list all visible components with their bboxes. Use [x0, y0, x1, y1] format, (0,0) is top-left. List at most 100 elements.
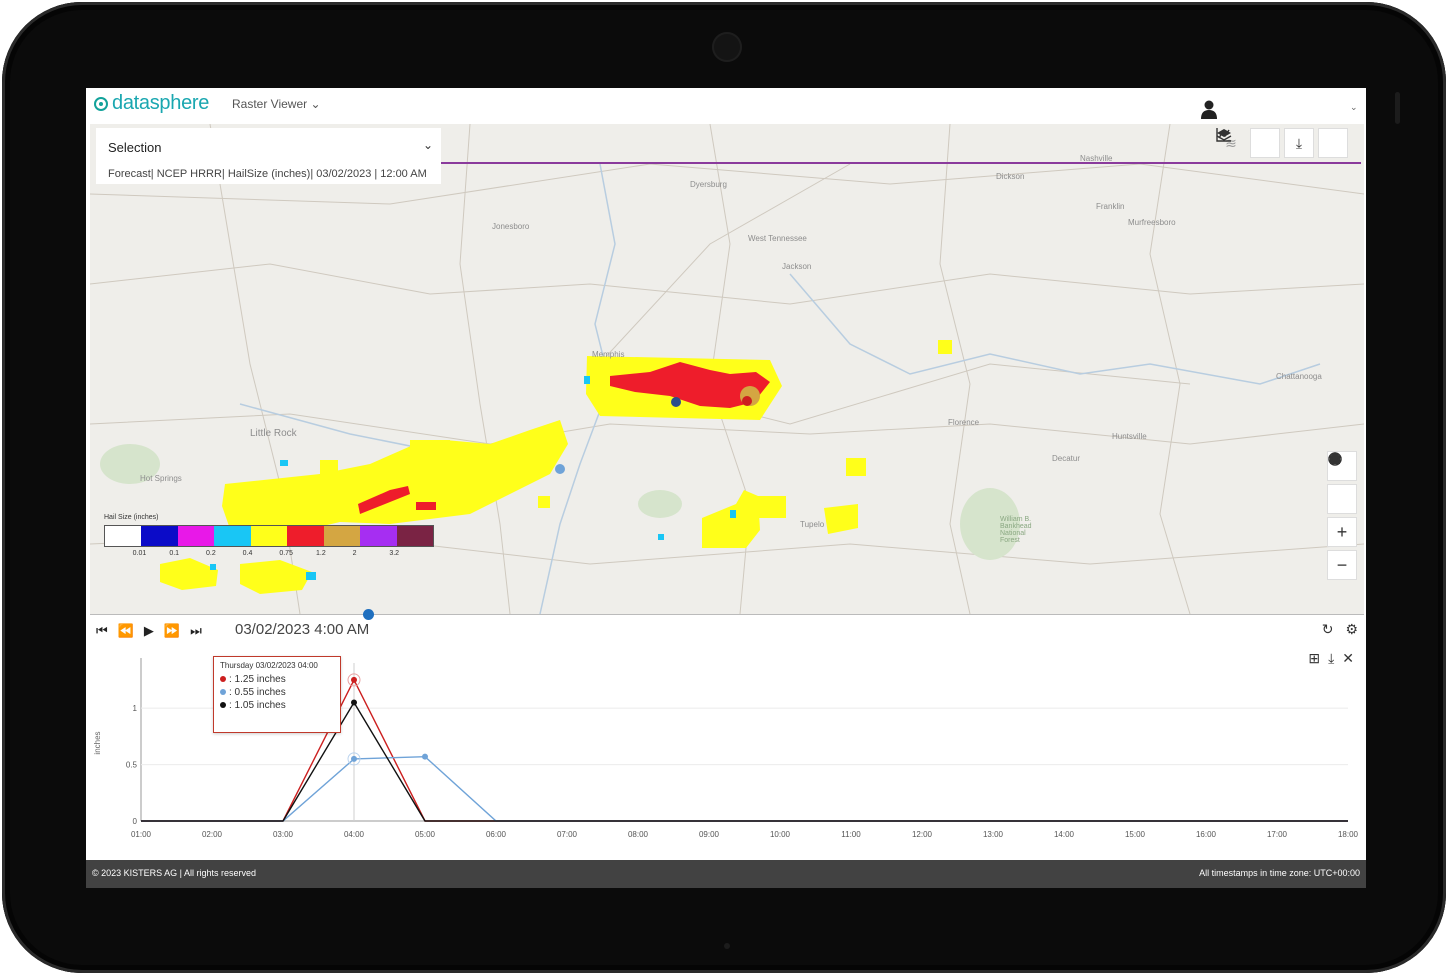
- timeline-actions: ↻ ⚙: [1322, 621, 1358, 638]
- zoom-in-icon[interactable]: +: [1327, 517, 1357, 547]
- tooltip-row: : 1.25 inches: [220, 674, 334, 685]
- selection-subtitle: Forecast| NCEP HRRR| HailSize (inches)| …: [108, 168, 427, 180]
- fast-forward-icon[interactable]: ⏩: [164, 623, 180, 639]
- layers-icon[interactable]: [1216, 128, 1348, 158]
- play-icon[interactable]: ▶: [144, 623, 154, 639]
- map-view[interactable]: Nashville Dyersburg Dickson Franklin Mur…: [90, 124, 1364, 614]
- tooltip-value: : 1.05 inches: [229, 700, 286, 711]
- raster-viewer-menu[interactable]: Raster Viewer ⌄: [232, 97, 321, 111]
- x-tick-label: 06:00: [486, 830, 507, 839]
- place-label: Tupelo: [800, 520, 825, 529]
- hail-size-legend: Hail Size (inches) 0.01 0.1 0.2 0.4 0.75 1.2 2…: [104, 514, 434, 557]
- data-point: [351, 676, 357, 683]
- legend-tick-label: 0.1: [169, 550, 180, 557]
- place-label: Florence: [948, 418, 980, 427]
- zoom-out-icon[interactable]: −: [1327, 550, 1357, 580]
- camera: [712, 32, 742, 62]
- map-nav-controls: + −: [1327, 451, 1357, 580]
- download-icon[interactable]: ⤓: [1328, 650, 1334, 667]
- copyright-text: © 2023 KISTERS AG | All rights reserved: [92, 868, 257, 878]
- chart-toolbar: ⊞ ⤓ ✕: [1308, 650, 1354, 667]
- legend-tick-label: 1.2: [316, 550, 326, 557]
- legend-swatch: [177, 526, 215, 546]
- series-dot: [220, 702, 226, 709]
- x-tick-label: 17:00: [1267, 830, 1288, 839]
- chevron-down-icon[interactable]: ⌄: [1350, 102, 1358, 113]
- x-tick-label: 01:00: [131, 830, 152, 839]
- refresh-icon[interactable]: ↻: [1322, 621, 1334, 638]
- data-point: [351, 699, 357, 706]
- selection-panel[interactable]: Selection ⌄ Forecast| NCEP HRRR| HailSiz…: [96, 128, 441, 184]
- place-label: Dickson: [996, 172, 1025, 181]
- place-label: William B. Bankhead National Forest: [1000, 516, 1032, 544]
- place-label: Little Rock: [250, 428, 297, 439]
- place-label: Jackson: [782, 262, 812, 271]
- legend-ticks: 0.01 0.1 0.2 0.4 0.75 1.2 2 3.2: [104, 547, 434, 557]
- tooltip-value: : 0.55 inches: [229, 687, 286, 698]
- y-tick-label: 0.5: [126, 761, 138, 770]
- settings-icon[interactable]: ⚙: [1345, 621, 1358, 638]
- map-toolbar: ≋ ⤓: [1216, 128, 1348, 158]
- place-label: Jonesboro: [492, 222, 530, 231]
- x-tick-label: 02:00: [202, 830, 223, 839]
- chart-icon[interactable]: [1216, 128, 1280, 158]
- data-point: [351, 755, 357, 762]
- timeline-bar[interactable]: ⏮ ⏪ ▶ ⏩ ⏭ 03/02/2023 4:00 AM ↻ ⚙: [90, 609, 1364, 643]
- legend-tick-label: 0.4: [242, 550, 253, 557]
- place-label: Decatur: [1052, 454, 1081, 463]
- x-tick-label: 12:00: [912, 830, 933, 839]
- series-line: [141, 755, 1348, 822]
- x-tick-label: 04:00: [344, 830, 365, 839]
- footer: © 2023 KISTERS AG | All rights reserved …: [86, 860, 1366, 888]
- x-tick-label: 18:00: [1338, 830, 1359, 839]
- side-button: [1395, 92, 1400, 124]
- locate-icon[interactable]: [1327, 452, 1357, 514]
- place-label: Chattanooga: [1276, 372, 1322, 381]
- download-icon[interactable]: ⤓: [1284, 128, 1314, 158]
- selection-title: Selection: [108, 140, 162, 155]
- legend-tick-label: 0.2: [206, 550, 216, 557]
- x-tick-label: 11:00: [841, 830, 861, 839]
- legend-swatch: [396, 526, 433, 546]
- y-tick-label: 1: [133, 704, 138, 713]
- app-screen: datasphere Raster Viewer ⌄ ⌄ Nashville D…: [86, 88, 1366, 888]
- x-tick-label: 13:00: [983, 830, 1004, 839]
- tooltip-value: : 1.25 inches: [229, 674, 286, 685]
- y-axis-label: inches: [93, 731, 102, 754]
- legend-swatch: [323, 526, 361, 546]
- hail-chart-panel: ⊞ ⤓ ✕ 0 0.5 1 01:00 02:00 03:00 04:00 05:00 06:0…: [86, 648, 1366, 858]
- top-bar: datasphere Raster Viewer ⌄ ⌄: [86, 88, 1366, 124]
- chevron-down-icon[interactable]: ⌄: [423, 138, 433, 152]
- menu-label: Raster Viewer: [232, 97, 308, 111]
- x-tick-label: 16:00: [1196, 830, 1217, 839]
- tooltip-row: : 0.55 inches: [220, 687, 334, 698]
- legend-swatch: [141, 526, 178, 546]
- skip-back-icon[interactable]: ⏮: [96, 623, 108, 639]
- series-dot: [220, 676, 226, 683]
- logo-icon: [94, 96, 108, 111]
- legend-tick-label: 2: [352, 550, 357, 557]
- x-tick-label: 05:00: [415, 830, 436, 839]
- time-slider-handle[interactable]: [363, 609, 374, 620]
- logo[interactable]: datasphere: [94, 92, 209, 115]
- x-tick-label: 08:00: [628, 830, 649, 839]
- legend-swatch: [105, 526, 142, 546]
- data-point: [422, 753, 428, 760]
- x-tick-label: 15:00: [1125, 830, 1146, 839]
- series-dot: [220, 689, 226, 696]
- tooltip-row: : 1.05 inches: [220, 700, 334, 711]
- x-tick-label: 10:00: [770, 830, 791, 839]
- place-label: Dyersburg: [690, 180, 727, 189]
- chart-tooltip: Thursday 03/02/2023 04:00 : 1.25 inches …: [213, 656, 341, 733]
- grid-icon[interactable]: ⊞: [1308, 650, 1320, 667]
- place-label: Memphis: [592, 350, 625, 359]
- user-icon[interactable]: [1200, 100, 1218, 120]
- legend-swatch: [360, 526, 397, 546]
- x-tick-label: 14:00: [1054, 830, 1075, 839]
- legend-tick-label: 3.2: [389, 550, 400, 557]
- rewind-icon[interactable]: ⏪: [118, 623, 134, 639]
- legend-tick-label: 0.75: [279, 550, 293, 557]
- close-icon[interactable]: ✕: [1342, 650, 1354, 667]
- place-label: Franklin: [1096, 202, 1125, 211]
- skip-forward-icon[interactable]: ⏭: [190, 623, 202, 639]
